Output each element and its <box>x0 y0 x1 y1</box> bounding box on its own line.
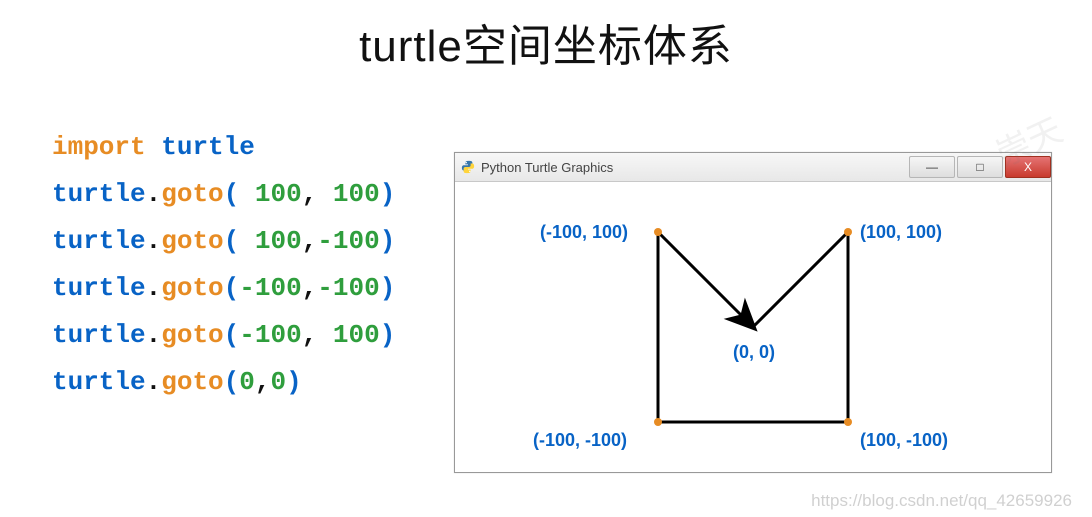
code-line: turtle.goto( 100, 100) <box>52 171 395 218</box>
code-line-import: import turtle <box>52 124 395 171</box>
turtle-canvas: (-100, 100) (100, 100) (-100, -100) (100… <box>455 182 1051 472</box>
keyword-import: import <box>52 132 146 162</box>
code-block: import turtle turtle.goto( 100, 100) tur… <box>52 124 395 406</box>
python-icon <box>461 160 475 174</box>
window-titlebar[interactable]: Python Turtle Graphics — □ X <box>455 153 1051 182</box>
turtle-window: Python Turtle Graphics — □ X (-100, 100)… <box>454 152 1052 473</box>
coord-label-bl: (-100, -100) <box>533 430 627 451</box>
code-line: turtle.goto(-100,-100) <box>52 265 395 312</box>
coord-label-center: (0, 0) <box>733 342 775 363</box>
code-line: turtle.goto(-100, 100) <box>52 312 395 359</box>
code-line: turtle.goto(0,0) <box>52 359 395 406</box>
maximize-button[interactable]: □ <box>957 156 1003 178</box>
page-title: turtle空间坐标体系 <box>0 10 1092 74</box>
minimize-button[interactable]: — <box>909 156 955 178</box>
module-name: turtle <box>161 132 255 162</box>
code-line: turtle.goto( 100,-100) <box>52 218 395 265</box>
coord-label-tl: (-100, 100) <box>540 222 628 243</box>
window-title: Python Turtle Graphics <box>481 160 613 175</box>
watermark-url: https://blog.csdn.net/qq_42659926 <box>811 491 1072 511</box>
coord-label-tr: (100, 100) <box>860 222 942 243</box>
coord-label-br: (100, -100) <box>860 430 948 451</box>
